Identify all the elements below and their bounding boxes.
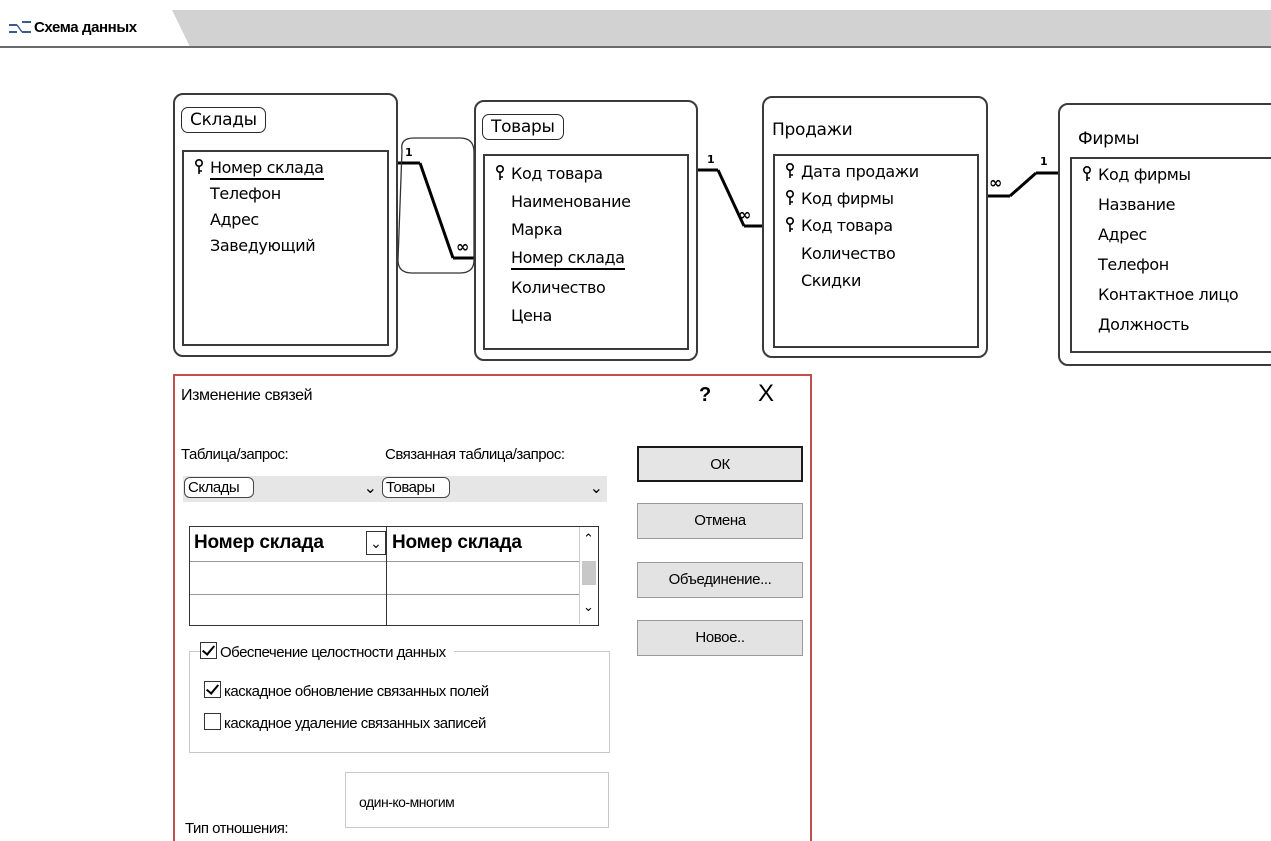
create-new-button[interactable]: Новое.. <box>637 620 803 656</box>
relationship-type-value: один-ко-многим <box>359 794 455 810</box>
field-item[interactable]: Количество <box>801 244 896 263</box>
field-item[interactable]: Код товара <box>786 216 893 235</box>
grid-cell-empty[interactable] <box>386 561 581 595</box>
checkbox-box[interactable] <box>200 642 217 659</box>
field-item[interactable]: Номер склада <box>195 158 324 180</box>
checkbox-box[interactable] <box>204 713 221 730</box>
field-mapping-grid[interactable]: Номер склада ⌄ Номер склада ⌃ ⌄ <box>189 526 599 626</box>
integrity-group: Обеспечение целостности данных каскадное… <box>189 642 610 753</box>
one-marker: 1 <box>1040 155 1048 168</box>
many-marker: ∞ <box>456 237 469 256</box>
field-list[interactable]: Дата продажи Код фирмы Код товара Количе… <box>773 154 979 348</box>
table-title[interactable]: Продажи <box>772 120 853 140</box>
key-icon <box>786 163 794 178</box>
grid-cell-left[interactable]: Номер склада ⌄ <box>190 527 387 562</box>
ok-button[interactable]: ОК <box>637 446 803 482</box>
field-item[interactable]: Цена <box>511 306 552 325</box>
field-item[interactable]: Адрес <box>210 210 259 229</box>
related-table-label: Связанная таблица/запрос: <box>385 446 565 463</box>
field-item[interactable]: Скидки <box>801 271 861 290</box>
field-item[interactable]: Название <box>1098 195 1175 214</box>
field-item[interactable]: Заведующий <box>210 236 316 255</box>
table-title[interactable]: Склады <box>181 107 266 133</box>
field-item[interactable]: Код фирмы <box>1083 165 1191 184</box>
field-item[interactable]: Марка <box>511 220 563 239</box>
field-item[interactable]: Наименование <box>511 192 631 211</box>
scroll-thumb[interactable] <box>582 561 596 585</box>
many-marker: ∞ <box>738 205 751 224</box>
field-item[interactable]: Номер склада <box>511 248 625 270</box>
close-button[interactable]: X <box>758 380 774 408</box>
field-item[interactable]: Телефон <box>1098 255 1169 274</box>
grid-cell-empty[interactable] <box>190 594 387 625</box>
grid-cell-empty[interactable] <box>190 561 387 595</box>
cancel-button[interactable]: Отмена <box>637 503 803 539</box>
chevron-down-icon[interactable]: ⌄ <box>590 478 603 498</box>
cascade-delete-checkbox[interactable]: каскадное удаление связанных записей <box>204 713 486 732</box>
grid-right-value: Номер склада <box>392 532 522 553</box>
table-window-tovary[interactable]: Товары Код товара Наименование Марка Ном… <box>474 100 698 361</box>
one-marker: 1 <box>707 153 715 166</box>
field-item[interactable]: Телефон <box>210 184 281 203</box>
field-item[interactable]: Код фирмы <box>786 189 894 208</box>
table-select[interactable]: Склады ⌄ <box>183 476 381 502</box>
field-item[interactable]: Дата продажи <box>786 162 919 181</box>
field-list[interactable]: Код фирмы Название Адрес Телефон Контакт… <box>1070 157 1271 353</box>
table-title[interactable]: Фирмы <box>1078 129 1140 149</box>
chevron-down-icon[interactable]: ⌄ <box>583 599 594 615</box>
field-item[interactable]: Код товара <box>496 164 603 183</box>
checkbox-box[interactable] <box>204 681 221 698</box>
field-item[interactable]: Контактное лицо <box>1098 285 1239 304</box>
chevron-down-icon[interactable]: ⌄ <box>364 478 377 498</box>
many-marker: ∞ <box>989 173 1002 192</box>
field-list[interactable]: Номер склада Телефон Адрес Заведующий <box>182 150 389 346</box>
help-button[interactable]: ? <box>699 384 711 407</box>
cascade-update-checkbox[interactable]: каскадное обновление связанных полей <box>204 681 489 700</box>
relationship-type-label: Тип отношения: <box>185 820 289 837</box>
chevron-up-icon[interactable]: ⌃ <box>583 531 594 547</box>
key-icon <box>195 159 203 174</box>
join-type-button[interactable]: Объединение... <box>637 562 803 598</box>
field-list[interactable]: Код товара Наименование Марка Номер скла… <box>483 154 689 350</box>
key-icon <box>1083 166 1091 181</box>
table-label: Таблица/запрос: <box>181 446 289 463</box>
field-item[interactable]: Адрес <box>1098 225 1147 244</box>
key-icon <box>786 217 794 232</box>
grid-scrollbar[interactable]: ⌃ ⌄ <box>579 527 598 624</box>
one-marker: 1 <box>405 146 413 159</box>
table-window-sklady[interactable]: Склады Номер склада Телефон Адрес Заведу… <box>173 93 398 357</box>
related-select-value: Товары <box>382 477 450 498</box>
field-item[interactable]: Должность <box>1098 315 1190 334</box>
key-icon <box>496 165 504 180</box>
grid-cell-right[interactable]: Номер склада <box>386 527 581 562</box>
relationship-type-box: один-ко-многим <box>345 772 609 828</box>
edit-relationships-dialog: Изменение связей ? X Таблица/запрос: Свя… <box>173 374 812 841</box>
key-icon <box>786 190 794 205</box>
field-item[interactable]: Количество <box>511 278 606 297</box>
chevron-down-icon[interactable]: ⌄ <box>366 531 386 555</box>
enforce-integrity-checkbox[interactable]: Обеспечение целостности данных <box>200 642 454 661</box>
related-table-select[interactable]: Товары ⌄ <box>381 476 607 502</box>
table-window-prodazhi[interactable]: Продажи Дата продажи Код фирмы Код товар… <box>762 96 988 358</box>
dialog-title: Изменение связей <box>181 387 313 404</box>
table-window-firmy[interactable]: Фирмы Код фирмы Название Адрес Телефон К… <box>1058 103 1271 366</box>
table-select-value: Склады <box>184 477 255 498</box>
grid-left-value: Номер склада <box>194 532 324 553</box>
table-title[interactable]: Товары <box>482 114 564 140</box>
grid-cell-empty[interactable] <box>386 594 581 625</box>
